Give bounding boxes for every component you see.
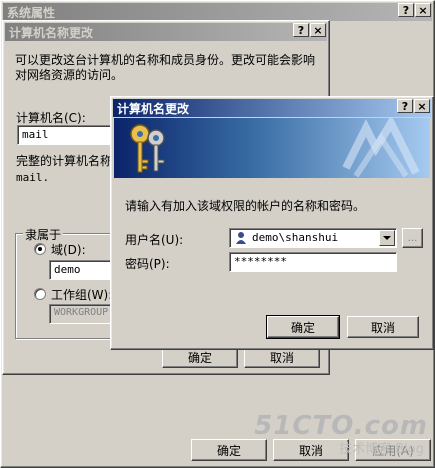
credential-ok-button[interactable]: 确定 [266, 315, 340, 339]
rename-help-button[interactable]: ? [293, 23, 309, 37]
username-value: demo\shanshui [252, 231, 339, 244]
chevron-down-icon[interactable] [379, 230, 395, 246]
credential-banner [114, 118, 430, 178]
sysprops-cancel-button[interactable]: 取消 [273, 439, 349, 461]
rename-dialog-title: 计算机名称更改 [9, 25, 94, 40]
credential-dialog-title: 计算机名更改 [117, 101, 190, 116]
computer-name-label: 计算机名(C): [16, 111, 86, 125]
credential-cancel-button[interactable]: 取消 [347, 316, 419, 338]
credential-dialog-titlebar: 计算机名更改 [113, 99, 431, 117]
username-label: 用户名(U): [125, 233, 184, 247]
password-label: 密码(P): [125, 257, 170, 271]
credential-help-button[interactable]: ? [397, 99, 413, 113]
credential-prompt: 请输入有加入该域权限的帐户的名称和密码。 [125, 199, 366, 213]
password-input[interactable]: ******** [229, 252, 397, 272]
workgroup-radio[interactable] [34, 288, 46, 300]
sysprops-ok-button[interactable]: 确定 [191, 439, 267, 461]
watermark-logo: 51CTO.com [254, 411, 428, 441]
full-name-label: 完整的计算机名称: [16, 154, 117, 168]
rename-close-button[interactable]: × [310, 23, 326, 37]
username-combobox[interactable]: demo\shanshui [229, 228, 397, 248]
workgroup-label: 工作组(W): [51, 288, 113, 302]
keys-icon [130, 124, 165, 173]
watermark-subtitle: 技术博客 Blog [339, 442, 424, 457]
system-properties-titlebar: 系统属性 [3, 3, 432, 21]
help-button[interactable]: ? [398, 3, 414, 17]
rename-dialog-titlebar: 计算机名称更改 [5, 23, 327, 41]
domain-radio[interactable] [34, 243, 46, 255]
full-name-value: mail. [16, 171, 50, 184]
network-watermark-icon [342, 118, 420, 178]
credential-dialog: 计算机名更改 ? × 请输入有加入该域权限的帐户的名称和密码。 用户名(U): … [110, 96, 434, 350]
system-properties-title: 系统属性 [7, 5, 56, 20]
credential-close-button[interactable]: × [414, 99, 430, 113]
user-icon [236, 232, 246, 244]
domain-label: 域(D): [51, 243, 86, 257]
browse-button[interactable]: ... [402, 228, 423, 248]
close-button[interactable]: × [415, 3, 431, 17]
rename-description: 可以更改这台计算机的名称和成员身份。更改可能会影响对网络资源的访问。 [15, 53, 316, 82]
